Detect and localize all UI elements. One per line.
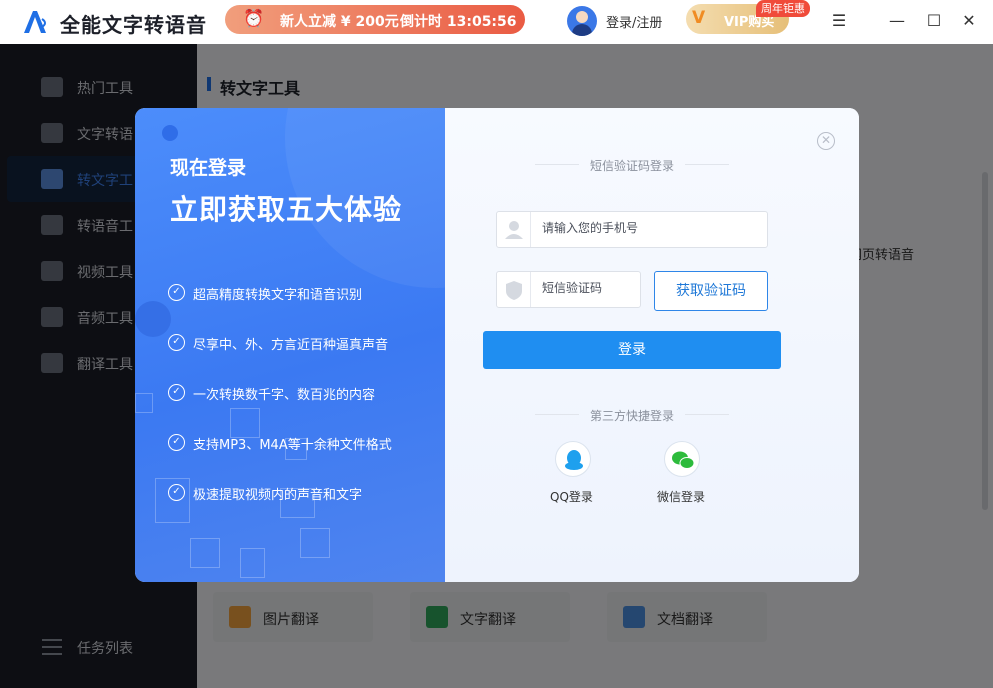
alarm-clock-icon: ⏰ — [243, 9, 265, 29]
divider — [685, 414, 729, 415]
phone-field[interactable] — [496, 211, 768, 248]
close-window-button[interactable]: ✕ — [958, 10, 980, 32]
sms-code-input[interactable] — [542, 281, 637, 295]
qq-login-button[interactable] — [555, 441, 591, 477]
get-code-button[interactable]: 获取验证码 — [654, 271, 768, 311]
login-modal: 现在登录 立即获取五大体验 ✓ 超高精度转换文字和语音识别 ✓ 尽享中、外、方言… — [135, 108, 859, 582]
login-button[interactable]: 登录 — [483, 331, 781, 369]
promo-countdown: 倒计时 13:05:56 — [400, 14, 517, 30]
close-modal-icon[interactable]: ✕ — [817, 132, 835, 150]
vip-crown-icon: V — [692, 8, 706, 28]
login-register-link[interactable]: 登录/注册 — [606, 12, 662, 31]
login-form-panel: ✕ 短信验证码登录 获取验证码 登录 第三方快捷登录 QQ登录 — [445, 108, 859, 582]
check-circle-icon: ✓ — [168, 284, 185, 301]
wechat-icon — [672, 451, 695, 469]
shield-icon — [497, 272, 531, 307]
qq-login-label[interactable]: QQ登录 — [550, 488, 593, 505]
promo-text: 新人立减 ¥ 200元 — [280, 14, 399, 30]
wechat-login-label[interactable]: 微信登录 — [657, 488, 705, 505]
wechat-login-button[interactable] — [664, 441, 700, 477]
check-circle-icon: ✓ — [168, 484, 185, 501]
divider — [535, 164, 579, 165]
promo-banner[interactable]: ⏰ 新人立减 ¥ 200元 倒计时 13:05:56 — [225, 5, 525, 34]
app-title: 全能文字转语音 — [60, 13, 207, 37]
menu-icon[interactable]: ☰ — [828, 10, 850, 32]
user-avatar[interactable] — [567, 6, 597, 36]
maximize-button[interactable]: ☐ — [923, 10, 945, 32]
sms-login-heading: 短信验证码登录 — [590, 159, 675, 173]
check-circle-icon: ✓ — [168, 334, 185, 351]
divider — [685, 164, 729, 165]
app-logo-icon — [24, 11, 46, 33]
user-icon — [497, 212, 531, 247]
qq-icon — [565, 450, 583, 470]
minimize-button[interactable]: — — [886, 10, 908, 32]
title-bar: 全能文字转语音 ⏰ 新人立减 ¥ 200元 倒计时 13:05:56 登录/注册… — [0, 0, 993, 44]
third-party-login-heading: 第三方快捷登录 — [590, 409, 675, 423]
check-circle-icon: ✓ — [168, 434, 185, 451]
modal-promo-panel: 现在登录 立即获取五大体验 ✓ 超高精度转换文字和语音识别 ✓ 尽享中、外、方言… — [135, 108, 445, 582]
anniversary-badge: 周年钜惠 — [756, 0, 810, 17]
modal-title: 立即获取五大体验 — [170, 193, 403, 226]
divider — [535, 414, 579, 415]
modal-subtitle: 现在登录 — [170, 157, 247, 179]
sms-code-field[interactable] — [496, 271, 641, 308]
check-circle-icon: ✓ — [168, 384, 185, 401]
phone-input[interactable] — [542, 221, 742, 235]
